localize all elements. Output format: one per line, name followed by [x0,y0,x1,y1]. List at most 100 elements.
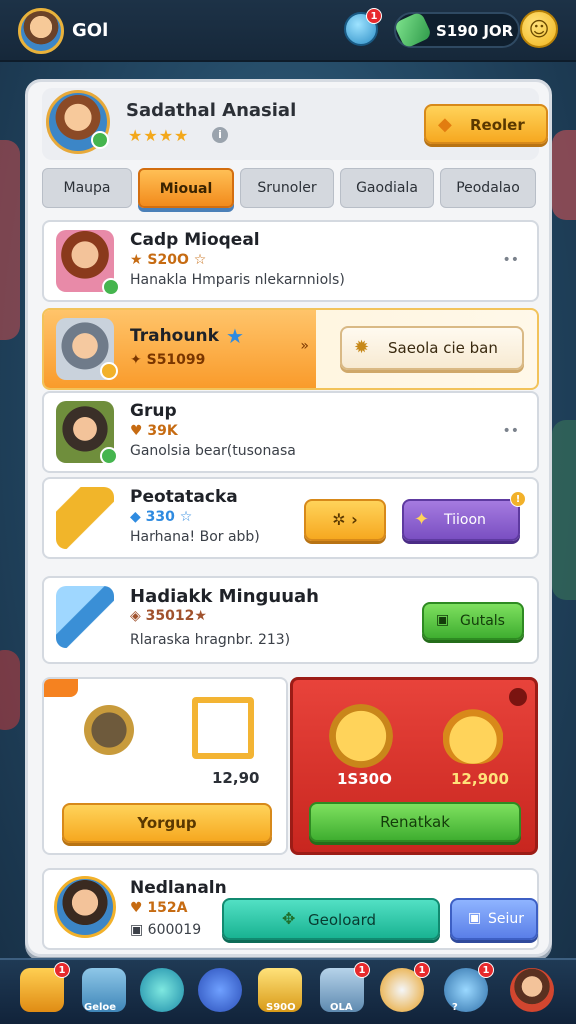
close-icon[interactable] [509,688,527,706]
coin-icon [329,704,393,768]
main-panel: Sadathal Anasial ★★★★ i ◆ Reoler Maupa M… [25,79,552,957]
list-item[interactable]: Peotatacka ◆ 330 ☆ Harhana! Bor abb) ✲ ›… [42,477,539,559]
level-badge [100,362,118,380]
tiioon-button-label: Tiioon [444,512,486,528]
chest-icon[interactable]: 1 [20,962,70,1012]
tab-peodalao[interactable]: Peodalao [440,168,536,208]
info-icon[interactable]: i [212,127,228,143]
nav-label-gear: ? [452,1002,458,1013]
gear-icon: ✹ [354,337,370,358]
sale-ribbon [44,679,78,697]
emoji-icon[interactable]: ☺ [520,10,558,48]
card-icon: ▣ [436,612,450,628]
currency-display[interactable]: S190 JOR [393,10,520,50]
profile-level: ♥ 152A [130,900,188,916]
player-name: GOl [72,20,109,41]
row-subtitle: ★ S20O ☆ [130,252,207,268]
saeola-button[interactable]: ✹ Saeola cie ban [340,326,524,370]
level-badge [100,447,118,465]
row-description: Hanakla Hmparis nlekarnniols) [130,272,345,288]
list-item[interactable]: Grup ♥ 39K Ganolsia bear(tusonasa •• [42,391,539,473]
hero-avatar[interactable] [46,90,110,154]
gear-icon[interactable]: 1 [444,962,494,1012]
shop-card[interactable]: 12,90 Yorgup [42,677,288,855]
currency-value: S190 JOR [436,22,514,40]
reoler-button-label: Reoler [470,116,525,134]
reoler-button[interactable]: ◆ Reoler [424,104,548,144]
hero-name: Sadathal Anasial [126,100,297,121]
nav-label-house: OLA [330,1002,353,1013]
nav-badge: 1 [54,962,70,978]
tab-srunoler[interactable]: Srunoler [240,168,334,208]
list-item[interactable]: Hadiakk Minguuah ◈ 35012★ Rlaraska hragn… [42,576,539,664]
crystal-icon: ✦ [414,509,430,530]
tab-mioual[interactable]: Mioual [138,168,234,208]
player-avatar[interactable] [18,8,64,54]
claim-button[interactable]: ✲ › [304,499,386,541]
alert-badge: ! [510,491,526,507]
profile-avatar[interactable] [54,876,116,938]
more-icon[interactable]: •• [502,423,519,439]
row-subtitle: ◈ 35012★ [130,608,207,624]
seiur-button-label: Seiur [488,911,525,927]
gutals-button-label: Gutals [460,613,505,629]
row-subtitle: ✦ S51099 [130,352,206,368]
bag-icon: ▣ [468,910,482,926]
bg-decoration [0,650,20,730]
profile-name: Nedlanaln [130,878,227,898]
row-title: Peotatacka [130,487,238,507]
bg-decoration [0,140,20,340]
status-badge [91,131,109,149]
row-description: Ganolsia bear(tusonasa [130,443,296,459]
saeola-button-label: Saeola cie ban [388,339,498,357]
robot-icon[interactable]: 1 [380,962,430,1012]
geoloard-button[interactable]: ✥ Geoloard [222,898,440,940]
row-title: Hadiakk Minguuah [130,586,319,607]
bg-decoration [552,420,576,600]
row-title: Cadp Mioqeal [130,230,260,250]
profile-row[interactable]: Nedlanaln ♥ 152A ▣ 600019 ✥ Geoloard ▣ S… [42,868,539,950]
compass-icon[interactable] [198,968,242,1012]
yorgup-button[interactable]: Yorgup [62,803,272,843]
tab-bar: Maupa Mioual Srunoler Gaodiala Peodalao [42,168,539,212]
level-badge [102,278,120,296]
bg-decoration [552,130,576,220]
notification-badge: 1 [366,8,382,24]
more-icon[interactable]: •• [502,252,519,268]
notification-bell-icon[interactable]: 1 [344,8,382,46]
tiioon-button[interactable]: ✦ Tiioon ! [402,491,526,541]
gutals-button[interactable]: ▣ Gutals [422,602,524,640]
row-subtitle: ◆ 330 ☆ [130,509,193,525]
treasure-pot-icon [443,704,503,764]
diamond-icon: ◆ [438,114,452,135]
row-title: Grup [130,401,177,421]
star-rating: ★★★★ [128,126,190,145]
renatkak-button[interactable]: Renatkak [309,802,521,842]
tab-gaodiala[interactable]: Gaodiala [340,168,434,208]
seiur-button[interactable]: ▣ Seiur [450,898,538,940]
profile-icon[interactable] [510,968,554,1012]
nav-label-crown: S90O [266,1002,296,1013]
tab-maupa[interactable]: Maupa [42,168,132,208]
nav-badge: 1 [478,962,494,978]
nav-label-castle: Geloe [84,1002,117,1013]
bottom-nav: 1 1 1 1 [0,958,576,1024]
shield-icon[interactable] [140,968,184,1012]
geoloard-button-label: Geoloard [308,911,376,929]
bullet-item-icon [74,695,144,765]
star-icon: ★ [226,324,244,348]
top-bar: GOl 1 S190 JOR ☺ [0,0,576,62]
price-label: 1S30O [337,770,392,788]
gem-icon [393,10,433,50]
list-item[interactable]: Cadp Mioqeal ★ S20O ☆ Hanakla Hmparis nl… [42,220,539,302]
chevron-right-icon: » [300,338,309,354]
header-card: Sadathal Anasial ★★★★ i ◆ Reoler [42,88,548,160]
gift-box-icon [192,697,254,759]
nav-badge: 1 [354,962,370,978]
offer-card[interactable]: 1S30O 12,900 Renatkak [290,677,538,855]
row-title: Trahounk [130,326,219,346]
row-description: Harhana! Bor abb) [130,529,260,545]
list-item-selected[interactable]: Trahounk ★ ✦ S51099 » ✹ Saeola cie ban [42,308,539,390]
key-item-icon [56,487,114,549]
price-label: 12,90 [212,769,260,787]
